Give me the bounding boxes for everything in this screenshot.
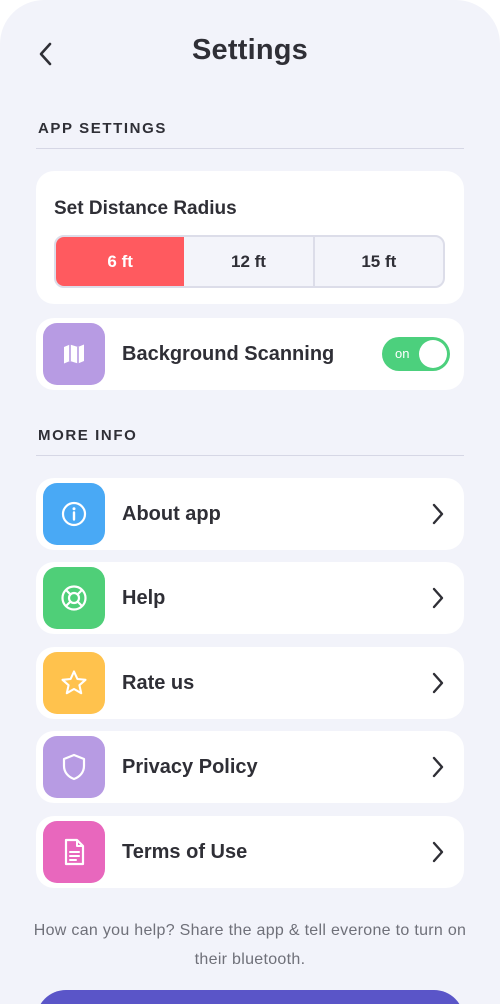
background-scanning-label: Background Scanning	[122, 343, 335, 365]
menu-item-help[interactable]: Help	[36, 562, 464, 634]
menu-item-rate-us[interactable]: Rate us	[36, 647, 464, 719]
divider	[36, 455, 464, 456]
toggle-knob	[419, 340, 447, 368]
background-scanning-toggle[interactable]: on	[382, 337, 450, 371]
chevron-right-icon	[426, 840, 450, 864]
toggle-state-text: on	[395, 346, 410, 361]
shield-icon	[43, 736, 105, 798]
radius-option-15ft[interactable]: 15 ft	[312, 237, 443, 286]
radius-option-6ft[interactable]: 6 ft	[56, 237, 185, 286]
background-scanning-row: Background Scanning on	[36, 318, 464, 390]
share-app-button[interactable]	[36, 990, 464, 1004]
share-hint-text: How can you help? Share the app & tell e…	[33, 922, 467, 968]
star-icon	[43, 652, 105, 714]
page-title: Settings	[192, 34, 308, 66]
distance-radius-selector: 6 ft 12 ft 15 ft	[54, 235, 445, 288]
distance-radius-card: Set Distance Radius 6 ft 12 ft 15 ft	[36, 171, 464, 304]
menu-item-label: Rate us	[122, 672, 195, 694]
document-icon	[43, 821, 105, 883]
map-icon	[43, 323, 105, 385]
radius-option-12ft[interactable]: 12 ft	[184, 237, 312, 286]
menu-item-privacy-policy[interactable]: Privacy Policy	[36, 731, 464, 803]
chevron-right-icon	[426, 671, 450, 695]
menu-item-about-app[interactable]: About app	[36, 478, 464, 550]
distance-radius-label: Set Distance Radius	[54, 198, 237, 219]
menu-item-terms-of-use[interactable]: Terms of Use	[36, 816, 464, 888]
menu-item-label: Terms of Use	[122, 841, 248, 863]
section-title-more-info: MORE INFO	[38, 427, 138, 444]
lifebuoy-icon	[43, 567, 105, 629]
header: Settings	[0, 0, 500, 108]
settings-screen: Settings APP SETTINGS Set Distance Radiu…	[0, 0, 500, 1004]
chevron-right-icon	[426, 502, 450, 526]
menu-item-label: Privacy Policy	[122, 756, 258, 778]
chevron-right-icon	[426, 586, 450, 610]
section-title-app-settings: APP SETTINGS	[38, 120, 167, 137]
menu-item-label: Help	[122, 587, 166, 609]
info-icon	[43, 483, 105, 545]
menu-item-label: About app	[122, 503, 221, 525]
divider	[36, 148, 464, 149]
chevron-right-icon	[426, 755, 450, 779]
